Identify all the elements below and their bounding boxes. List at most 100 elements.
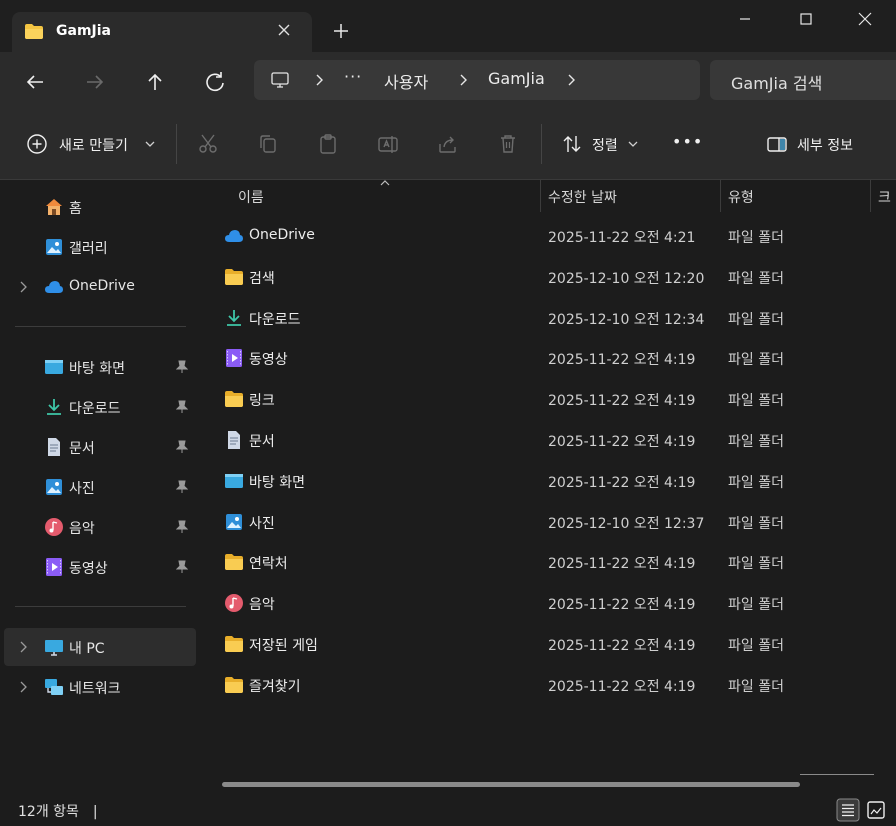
column-separator[interactable] <box>540 180 541 212</box>
file-type: 파일 폴더 <box>728 393 784 410</box>
breadcrumb-ellipsis[interactable]: ··· <box>344 67 362 86</box>
maximize-button[interactable] <box>783 6 829 32</box>
video-icon <box>46 558 62 576</box>
sidebar-item-videos[interactable]: 동영상 <box>4 548 196 586</box>
file-name: 즐겨찾기 <box>249 678 301 695</box>
sidebar-item-music[interactable]: 음악 <box>4 508 196 546</box>
sidebar-item-label: 네트워크 <box>69 681 121 697</box>
chevron-right-icon[interactable] <box>18 680 28 694</box>
sidebar-item-desktop[interactable]: 바탕 화면 <box>4 348 196 386</box>
table-row[interactable]: OneDrive 2025-11-22 오전 4:21 파일 폴더 <box>218 216 890 256</box>
table-row[interactable]: 문서 2025-11-22 오전 4:19 파일 폴더 <box>218 420 890 460</box>
pin-icon[interactable] <box>176 520 188 534</box>
pin-icon[interactable] <box>176 480 188 494</box>
pin-icon[interactable] <box>176 400 188 414</box>
sidebar-item-label: 다운로드 <box>69 401 121 417</box>
cut-icon[interactable] <box>196 132 220 156</box>
tiles-view-button[interactable] <box>864 798 888 822</box>
pc-icon <box>45 640 63 656</box>
copy-icon[interactable] <box>256 132 280 156</box>
file-date: 2025-11-22 오전 4:19 <box>548 556 696 573</box>
file-type: 파일 폴더 <box>728 270 784 287</box>
refresh-button[interactable] <box>199 66 231 98</box>
navigation-bar: ··· 사용자 GamJia GamJia 검색 <box>0 52 896 110</box>
cloud-icon <box>45 281 63 293</box>
table-row[interactable]: 검색 2025-12-10 오전 12:20 파일 폴더 <box>218 257 890 297</box>
horizontal-scrollbar-track[interactable] <box>800 774 874 775</box>
tab-title: GamJia <box>56 23 111 39</box>
sidebar-item-home[interactable]: 홈 <box>4 188 196 226</box>
close-tab-icon[interactable] <box>274 20 294 40</box>
table-row[interactable]: 사진 2025-12-10 오전 12:37 파일 폴더 <box>218 502 890 542</box>
new-button[interactable]: 새로 만들기 <box>18 110 163 179</box>
column-separator[interactable] <box>870 180 871 212</box>
details-view-button[interactable] <box>836 798 860 822</box>
sidebar-item-downloads[interactable]: 다운로드 <box>4 388 196 426</box>
column-header-row: 이름 수정한 날짜 유형 크 <box>200 180 896 212</box>
table-row[interactable]: 음악 2025-11-22 오전 4:19 파일 폴더 <box>218 583 890 623</box>
table-row[interactable]: 링크 2025-11-22 오전 4:19 파일 폴더 <box>218 379 890 419</box>
close-window-button[interactable] <box>842 6 888 32</box>
sidebar-divider <box>15 606 186 607</box>
sidebar-item-gallery[interactable]: 갤러리 <box>4 228 196 266</box>
sidebar-item-this-pc[interactable]: 내 PC <box>4 628 196 666</box>
sort-button[interactable]: 정렬 <box>556 110 646 179</box>
pictures-icon <box>226 513 242 530</box>
plus-circle-icon <box>27 134 47 154</box>
chevron-right-icon[interactable] <box>458 74 468 86</box>
chevron-right-icon[interactable] <box>566 74 576 86</box>
sidebar-item-documents[interactable]: 문서 <box>4 428 196 466</box>
file-date: 2025-12-10 오전 12:34 <box>548 311 705 328</box>
delete-icon[interactable] <box>496 132 520 156</box>
share-icon[interactable] <box>436 132 460 156</box>
table-row[interactable]: 저장된 게임 2025-11-22 오전 4:19 파일 폴더 <box>218 624 890 664</box>
column-header-date[interactable]: 수정한 날짜 <box>548 187 617 207</box>
minimize-button[interactable] <box>722 6 768 32</box>
column-separator[interactable] <box>720 180 721 212</box>
tab-gamjia[interactable]: GamJia <box>12 12 312 52</box>
column-header-size[interactable]: 크 <box>878 187 891 207</box>
horizontal-scrollbar-thumb[interactable] <box>222 782 800 787</box>
column-header-name[interactable]: 이름 <box>238 187 264 207</box>
pin-icon[interactable] <box>176 440 188 454</box>
music-icon <box>225 594 243 613</box>
rename-icon[interactable] <box>376 132 400 156</box>
chevron-right-icon[interactable] <box>18 640 28 654</box>
folder-icon <box>25 24 43 39</box>
sidebar-item-label: 갤러리 <box>69 241 108 257</box>
new-tab-button[interactable] <box>330 20 352 42</box>
forward-button[interactable] <box>79 66 111 98</box>
up-button[interactable] <box>139 66 171 98</box>
table-row[interactable]: 다운로드 2025-12-10 오전 12:34 파일 폴더 <box>218 298 890 338</box>
file-name: 사진 <box>249 515 275 532</box>
sidebar-item-label: 홈 <box>69 201 82 217</box>
search-input[interactable]: GamJia 검색 <box>731 70 822 94</box>
chevron-right-icon[interactable] <box>314 74 324 86</box>
table-row[interactable]: 바탕 화면 2025-11-22 오전 4:19 파일 폴더 <box>218 461 890 501</box>
column-header-type[interactable]: 유형 <box>728 187 754 207</box>
table-row[interactable]: 연락처 2025-11-22 오전 4:19 파일 폴더 <box>218 542 890 582</box>
file-name: OneDrive <box>249 227 315 243</box>
table-row[interactable]: 즐겨찾기 2025-11-22 오전 4:19 파일 폴더 <box>218 665 890 705</box>
back-button[interactable] <box>19 66 51 98</box>
address-bar[interactable]: ··· 사용자 GamJia <box>254 60 700 100</box>
table-row[interactable]: 동영상 2025-11-22 오전 4:19 파일 폴더 <box>218 338 890 378</box>
file-date: 2025-11-22 오전 4:21 <box>548 230 696 246</box>
sidebar-item-pictures[interactable]: 사진 <box>4 468 196 506</box>
breadcrumb-gamjia[interactable]: GamJia <box>488 69 545 88</box>
details-pane-button[interactable]: 세부 정보 <box>760 110 880 179</box>
sidebar-item-network[interactable]: 네트워크 <box>4 668 196 706</box>
file-type: 파일 폴더 <box>728 311 784 328</box>
sort-label: 정렬 <box>592 138 618 154</box>
chevron-right-icon[interactable] <box>18 280 28 294</box>
sidebar-item-onedrive[interactable]: OneDrive <box>4 268 196 306</box>
status-bar: 12개 항목 | <box>0 794 896 826</box>
more-options-button[interactable]: ••• <box>672 132 703 151</box>
search-box[interactable]: GamJia 검색 <box>710 60 896 100</box>
item-count: 12개 항목 | <box>18 801 98 821</box>
pin-icon[interactable] <box>176 560 188 574</box>
breadcrumb-users[interactable]: 사용자 <box>384 69 428 93</box>
pin-icon[interactable] <box>176 360 188 374</box>
paste-icon[interactable] <box>316 132 340 156</box>
file-type: 파일 폴더 <box>728 434 784 450</box>
